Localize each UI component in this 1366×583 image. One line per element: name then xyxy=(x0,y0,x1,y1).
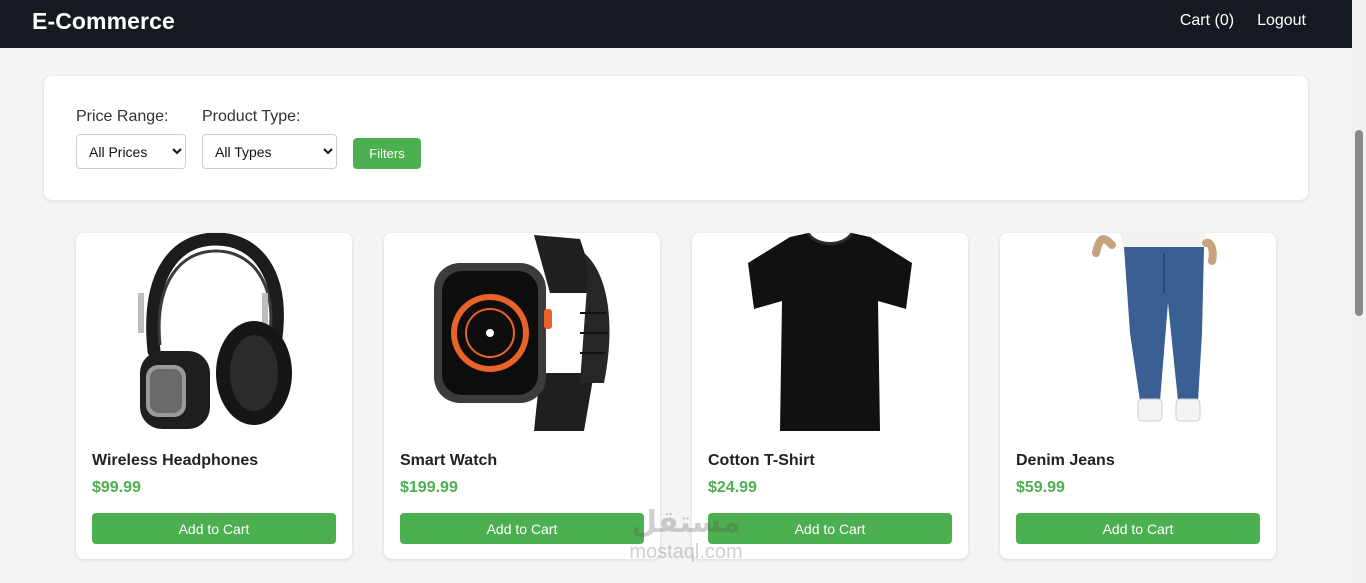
logout-link[interactable]: Logout xyxy=(1257,12,1306,30)
add-to-cart-button[interactable]: Add to Cart xyxy=(708,513,952,544)
headphones-image xyxy=(76,233,352,433)
add-to-cart-button[interactable]: Add to Cart xyxy=(400,513,644,544)
price-range-select[interactable]: All Prices xyxy=(76,134,186,169)
product-name[interactable]: Smart Watch xyxy=(400,452,497,470)
product-price: $199.99 xyxy=(400,479,458,496)
product-price: $59.99 xyxy=(1016,479,1065,496)
product-price: $24.99 xyxy=(708,479,757,496)
top-navbar: E-Commerce Cart (0) Logout xyxy=(0,0,1352,48)
product-price: $99.99 xyxy=(92,479,141,496)
product-card: Denim Jeans $59.99 Add to Cart xyxy=(1000,233,1276,559)
product-card: Smart Watch $199.99 Add to Cart xyxy=(384,233,660,559)
product-card: Cotton T-Shirt $24.99 Add to Cart xyxy=(692,233,968,559)
tshirt-image xyxy=(692,233,968,433)
jeans-image xyxy=(1000,233,1276,433)
smartwatch-image xyxy=(384,233,660,433)
scrollbar-thumb[interactable] xyxy=(1355,130,1363,316)
filter-panel: Price Range: All Prices Product Type: Al… xyxy=(44,76,1308,200)
product-type-select[interactable]: All Types xyxy=(202,134,337,169)
add-to-cart-button[interactable]: Add to Cart xyxy=(1016,513,1260,544)
add-to-cart-button[interactable]: Add to Cart xyxy=(92,513,336,544)
product-name[interactable]: Cotton T-Shirt xyxy=(708,452,815,470)
product-type-group: Product Type: All Types xyxy=(202,108,337,169)
brand-logo[interactable]: E-Commerce xyxy=(32,8,175,35)
cart-link[interactable]: Cart (0) xyxy=(1180,12,1234,30)
price-range-label: Price Range: xyxy=(76,108,169,125)
product-name[interactable]: Denim Jeans xyxy=(1016,452,1115,470)
product-card: Wireless Headphones $99.99 Add to Cart xyxy=(76,233,352,559)
header-nav: Cart (0) Logout xyxy=(1180,12,1306,30)
product-type-label: Product Type: xyxy=(202,108,301,125)
product-name[interactable]: Wireless Headphones xyxy=(92,452,258,470)
page-scrollbar[interactable] xyxy=(1352,0,1366,583)
price-range-group: Price Range: All Prices xyxy=(76,108,186,169)
apply-filters-button[interactable]: Filters xyxy=(353,138,421,169)
